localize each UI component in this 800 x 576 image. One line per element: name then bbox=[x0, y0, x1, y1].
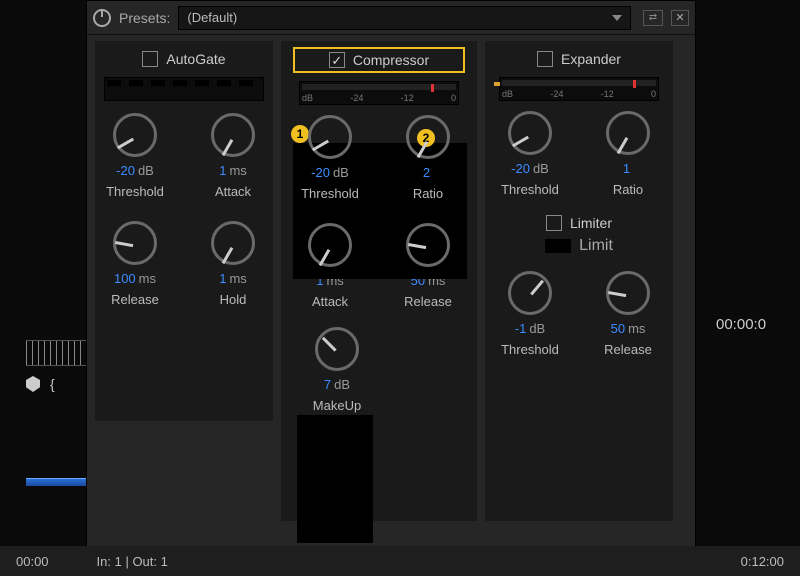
footer-inout: In: 1 | Out: 1 bbox=[97, 554, 168, 569]
footer-bar: 00:00 In: 1 | Out: 1 0:12:00 bbox=[0, 546, 800, 576]
presets-dropdown[interactable]: (Default) bbox=[178, 6, 631, 30]
expander-threshold-knob[interactable] bbox=[508, 111, 552, 155]
autogate-attack-label: Attack bbox=[215, 184, 251, 199]
compressor-checkbox[interactable] bbox=[329, 52, 345, 68]
compressor-section: Compressor dB -24 -12 0 -20dB Threshold bbox=[281, 41, 477, 521]
autogate-hold-label: Hold bbox=[220, 292, 247, 307]
presets-label: Presets: bbox=[119, 10, 170, 26]
compressor-makeup-knob[interactable] bbox=[315, 327, 359, 371]
autogate-hold-knob[interactable] bbox=[211, 221, 255, 265]
routing-icon[interactable]: ⇄ bbox=[643, 10, 663, 26]
expander-ratio-label: Ratio bbox=[613, 182, 643, 197]
expander-ratio-knob[interactable] bbox=[606, 111, 650, 155]
compressor-head-highlight: Compressor bbox=[293, 47, 465, 73]
autogate-meter bbox=[104, 77, 264, 101]
autogate-release-knob[interactable] bbox=[113, 221, 157, 265]
limiter-threshold-knob[interactable] bbox=[508, 271, 552, 315]
autogate-section: AutoGate -20dB Threshold 1ms Attack 1 bbox=[95, 41, 273, 421]
expander-meter: dB -24 -12 0 bbox=[499, 77, 659, 101]
limiter-release-label: Release bbox=[604, 342, 652, 357]
timeline-time-right: 00:00:0 bbox=[716, 316, 800, 333]
compressor-ratio-label: Ratio bbox=[413, 186, 443, 201]
limiter-title: Limiter bbox=[570, 215, 612, 231]
expander-section: Expander dB -24 -12 0 -20dB Threshold bbox=[485, 41, 673, 521]
expander-title: Expander bbox=[561, 51, 621, 67]
close-icon[interactable]: ✕ bbox=[671, 10, 689, 26]
limiter-limit-label: Limit bbox=[579, 237, 613, 255]
compressor-attack-label: Attack bbox=[312, 294, 348, 309]
compressor-attack-knob[interactable] bbox=[308, 223, 352, 267]
compressor-ratio-knob[interactable] bbox=[406, 115, 450, 159]
limiter-release-knob[interactable] bbox=[606, 271, 650, 315]
bracket-icon: { bbox=[50, 376, 55, 392]
autogate-threshold-knob[interactable] bbox=[113, 113, 157, 157]
chevron-down-icon bbox=[612, 15, 622, 21]
limiter-threshold-label: Threshold bbox=[501, 342, 559, 357]
compressor-release-label: Release bbox=[404, 294, 452, 309]
compressor-title: Compressor bbox=[353, 52, 429, 68]
compressor-makeup-label: MakeUp bbox=[313, 398, 361, 413]
compressor-threshold-knob[interactable] bbox=[308, 115, 352, 159]
compressor-release-knob[interactable] bbox=[406, 223, 450, 267]
autogate-threshold-label: Threshold bbox=[106, 184, 164, 199]
autogate-checkbox[interactable] bbox=[142, 51, 158, 67]
limiter-section: Limiter Limit -1dB Threshold 50ms Re bbox=[493, 207, 665, 365]
autogate-release-label: Release bbox=[111, 292, 159, 307]
dynamics-panel: Presets: (Default) ⇄ ✕ AutoGate -20dB Th… bbox=[86, 0, 696, 570]
timeline-clip[interactable] bbox=[26, 478, 86, 486]
footer-end-time: 0:12:00 bbox=[741, 554, 784, 569]
autogate-attack-knob[interactable] bbox=[211, 113, 255, 157]
limiter-checkbox[interactable] bbox=[546, 215, 562, 231]
limiter-mini-meter bbox=[545, 239, 571, 253]
power-icon[interactable] bbox=[93, 9, 111, 27]
preset-value: (Default) bbox=[187, 10, 237, 25]
autogate-title: AutoGate bbox=[166, 51, 225, 67]
footer-left-time: 00:00 bbox=[16, 554, 49, 569]
highlight-box-2 bbox=[297, 415, 373, 543]
compressor-meter: dB -24 -12 0 bbox=[299, 81, 459, 105]
expander-checkbox[interactable] bbox=[537, 51, 553, 67]
track-shield-icon bbox=[26, 376, 40, 392]
compressor-threshold-label: Threshold bbox=[301, 186, 359, 201]
expander-threshold-label: Threshold bbox=[501, 182, 559, 197]
